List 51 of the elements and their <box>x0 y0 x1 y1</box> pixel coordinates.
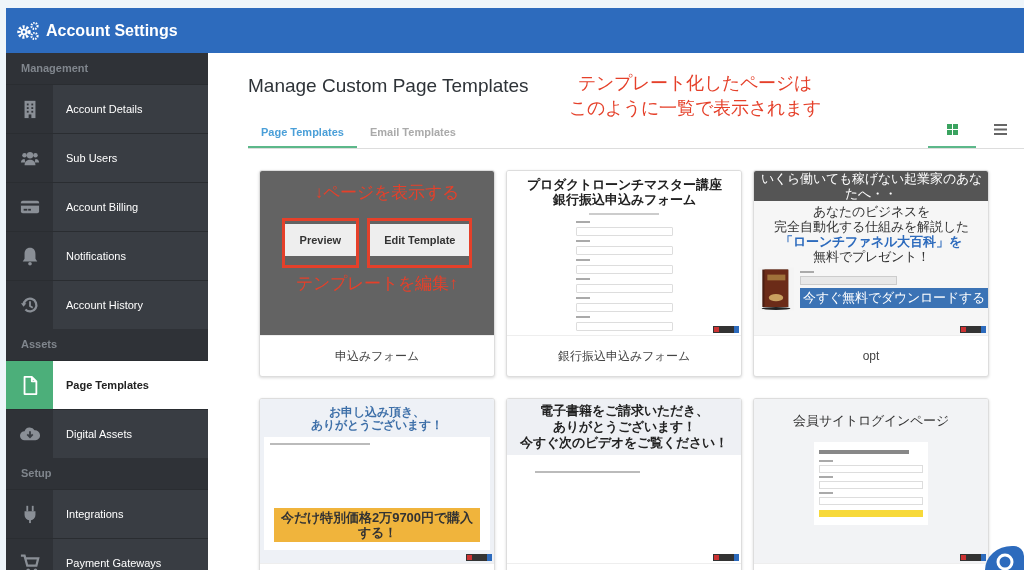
sidebar-item[interactable]: Sub Users <box>6 133 208 182</box>
text-line <box>819 492 833 494</box>
template-name: 銀行振込申込みフォーム <box>558 347 690 365</box>
annotation-text: テンプレートを編集↑ <box>296 273 458 295</box>
text-line <box>575 221 590 223</box>
text-line <box>589 213 659 215</box>
sidebar-item[interactable]: Account Billing <box>6 182 208 231</box>
page-heading: プロダクトローンチマスター講座 銀行振込申込みフォーム <box>526 177 722 207</box>
badge-icon <box>466 554 492 561</box>
sidebar-item[interactable]: Payment Gateways <box>6 538 208 570</box>
banner: いくら働いても稼げない起業家のあなたへ・・ <box>754 171 988 201</box>
text-line <box>575 297 590 299</box>
chat-icon <box>994 552 1015 570</box>
sidebar-item[interactable]: Integrations <box>6 489 208 538</box>
cart-icon <box>19 553 40 570</box>
app-title: Account Settings <box>46 21 178 40</box>
annotation-text: ↓ページを表示する <box>314 182 460 204</box>
badge-icon <box>960 554 986 561</box>
text-line <box>575 259 590 261</box>
badge-icon <box>960 326 986 333</box>
section-heading: Assets <box>20 337 59 352</box>
text-line <box>819 460 833 462</box>
section-heading: Management <box>20 61 90 76</box>
history-icon <box>19 295 40 315</box>
text-line <box>575 240 590 242</box>
sidebar-item[interactable]: Account Details <box>6 84 208 133</box>
section-heading: Setup <box>20 466 53 481</box>
template-name: 申込みフォーム <box>335 347 419 365</box>
page-heading: 電子書籍をご請求いただき、 ありがとうございます！ 今すぐ次のビデオをご覧ください！ <box>520 403 728 451</box>
sidebar-item[interactable]: Page Templates <box>6 360 208 409</box>
gears-icon <box>16 20 40 41</box>
sidebar-item[interactable]: Account History <box>6 280 208 329</box>
sidebar-item[interactable]: Digital Assets <box>6 409 208 458</box>
text-line <box>800 270 814 273</box>
template-name: opt <box>862 349 880 363</box>
annotation-text: テンプレート化したページは このように一覧で表示されます <box>568 72 821 120</box>
badge-icon <box>713 326 739 333</box>
view-toggle-button[interactable] <box>928 123 976 148</box>
page-heading: お申し込み頂き、 ありがとうございます！ <box>311 406 443 432</box>
list-view-icon <box>993 123 1007 136</box>
text-line <box>575 316 590 318</box>
grid-view-icon <box>945 123 959 136</box>
overlay-button[interactable]: Preview <box>284 224 357 256</box>
page-title: Manage Custom Page Templates <box>248 75 529 97</box>
sidebar-item[interactable]: Notifications <box>6 231 208 280</box>
text-line <box>575 278 590 280</box>
page-heading: 会員サイトログインページ <box>793 412 949 430</box>
text-line <box>819 476 833 478</box>
badge-icon <box>713 554 739 561</box>
overlay-button[interactable]: Edit Template <box>370 224 470 256</box>
headline: あなたのビジネスを 完全自動化する仕組みを解説した 「ローンチファネル大百科」を 無料でプレゼント！ <box>772 204 970 264</box>
